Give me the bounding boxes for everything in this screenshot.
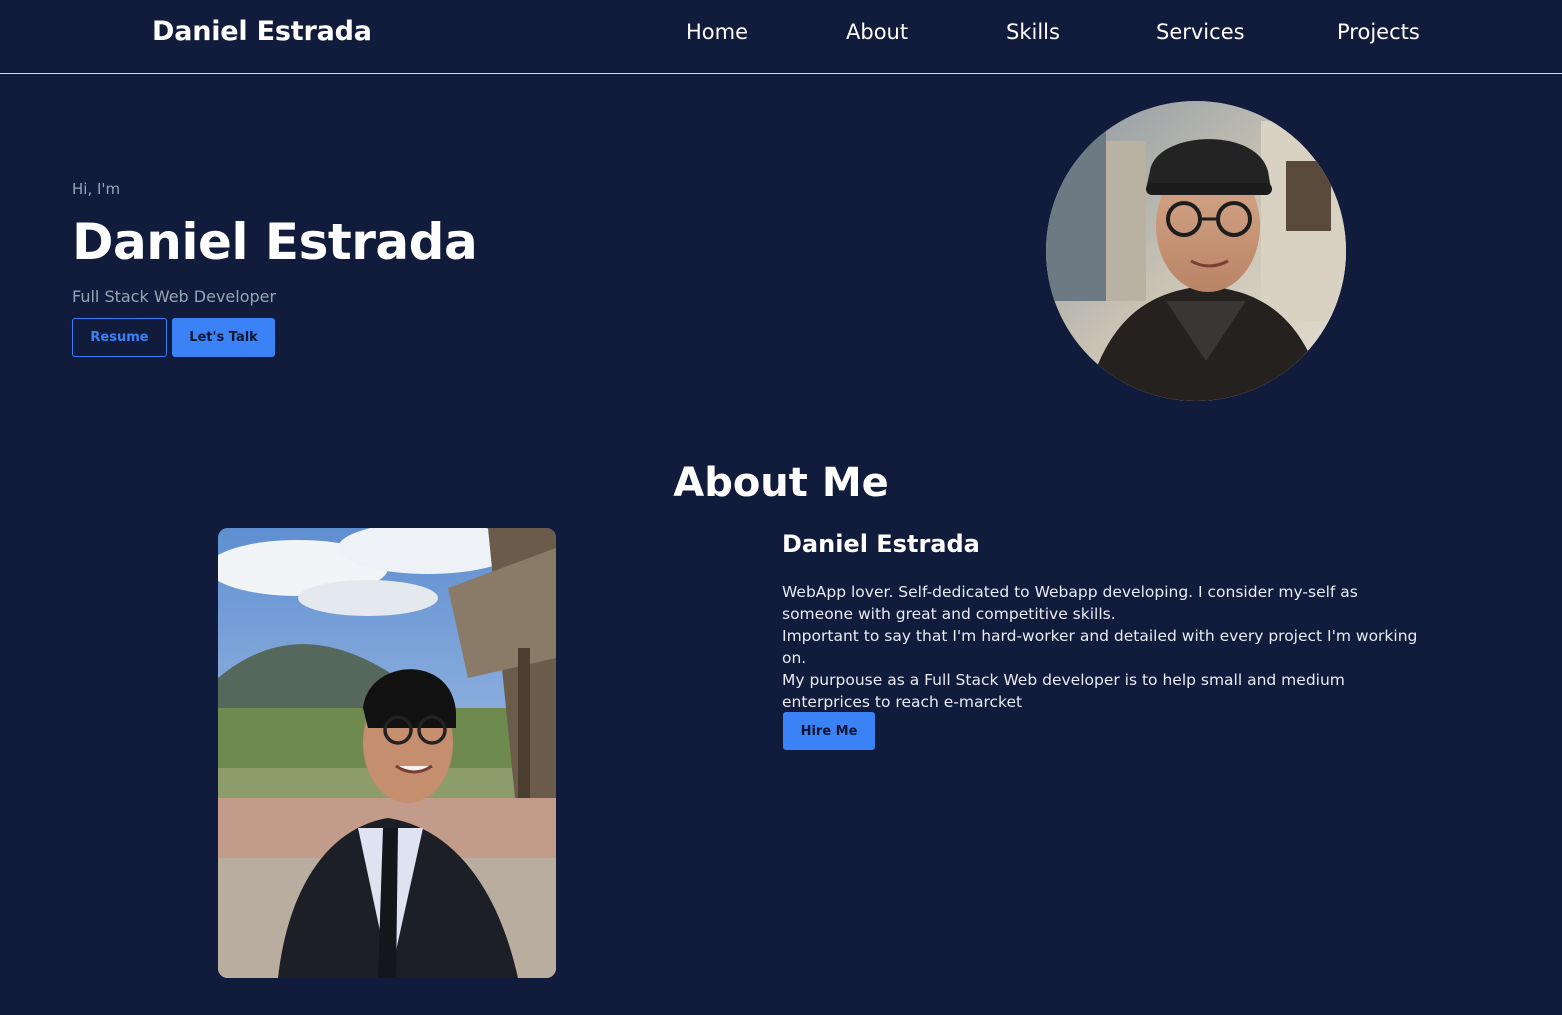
bio-paragraph: My purpouse as a Full Stack Web develope… (782, 671, 1345, 711)
brand-logo[interactable]: Daniel Estrada (152, 16, 372, 47)
about-title: About Me (673, 460, 889, 506)
nav-link-home[interactable]: Home (686, 20, 748, 44)
nav-link-about[interactable]: About (846, 20, 908, 44)
nav-link-projects[interactable]: Projects (1337, 20, 1420, 44)
hero-role: Full Stack Web Developer (72, 287, 277, 306)
nav-link-skills[interactable]: Skills (1006, 20, 1060, 44)
hero-name: Daniel Estrada (72, 213, 478, 271)
navbar: Daniel Estrada Home About Skills Service… (0, 0, 1562, 74)
hire-me-button[interactable]: Hire Me (783, 712, 875, 750)
nav-link-services[interactable]: Services (1156, 20, 1245, 44)
hero-greeting: Hi, I'm (72, 180, 121, 198)
bio-paragraph: WebApp lover. Self-dedicated to Webapp d… (782, 583, 1358, 623)
profile-avatar (1046, 101, 1346, 401)
about-name: Daniel Estrada (782, 530, 980, 558)
profile-avatar-image (1046, 101, 1346, 401)
bio-paragraph: Important to say that I'm hard-worker an… (782, 627, 1418, 667)
about-bio: WebApp lover. Self-dedicated to Webapp d… (782, 581, 1432, 713)
about-photo (218, 528, 556, 978)
resume-button[interactable]: Resume (72, 318, 167, 357)
lets-talk-button[interactable]: Let's Talk (172, 318, 275, 357)
about-photo-image (218, 528, 556, 978)
